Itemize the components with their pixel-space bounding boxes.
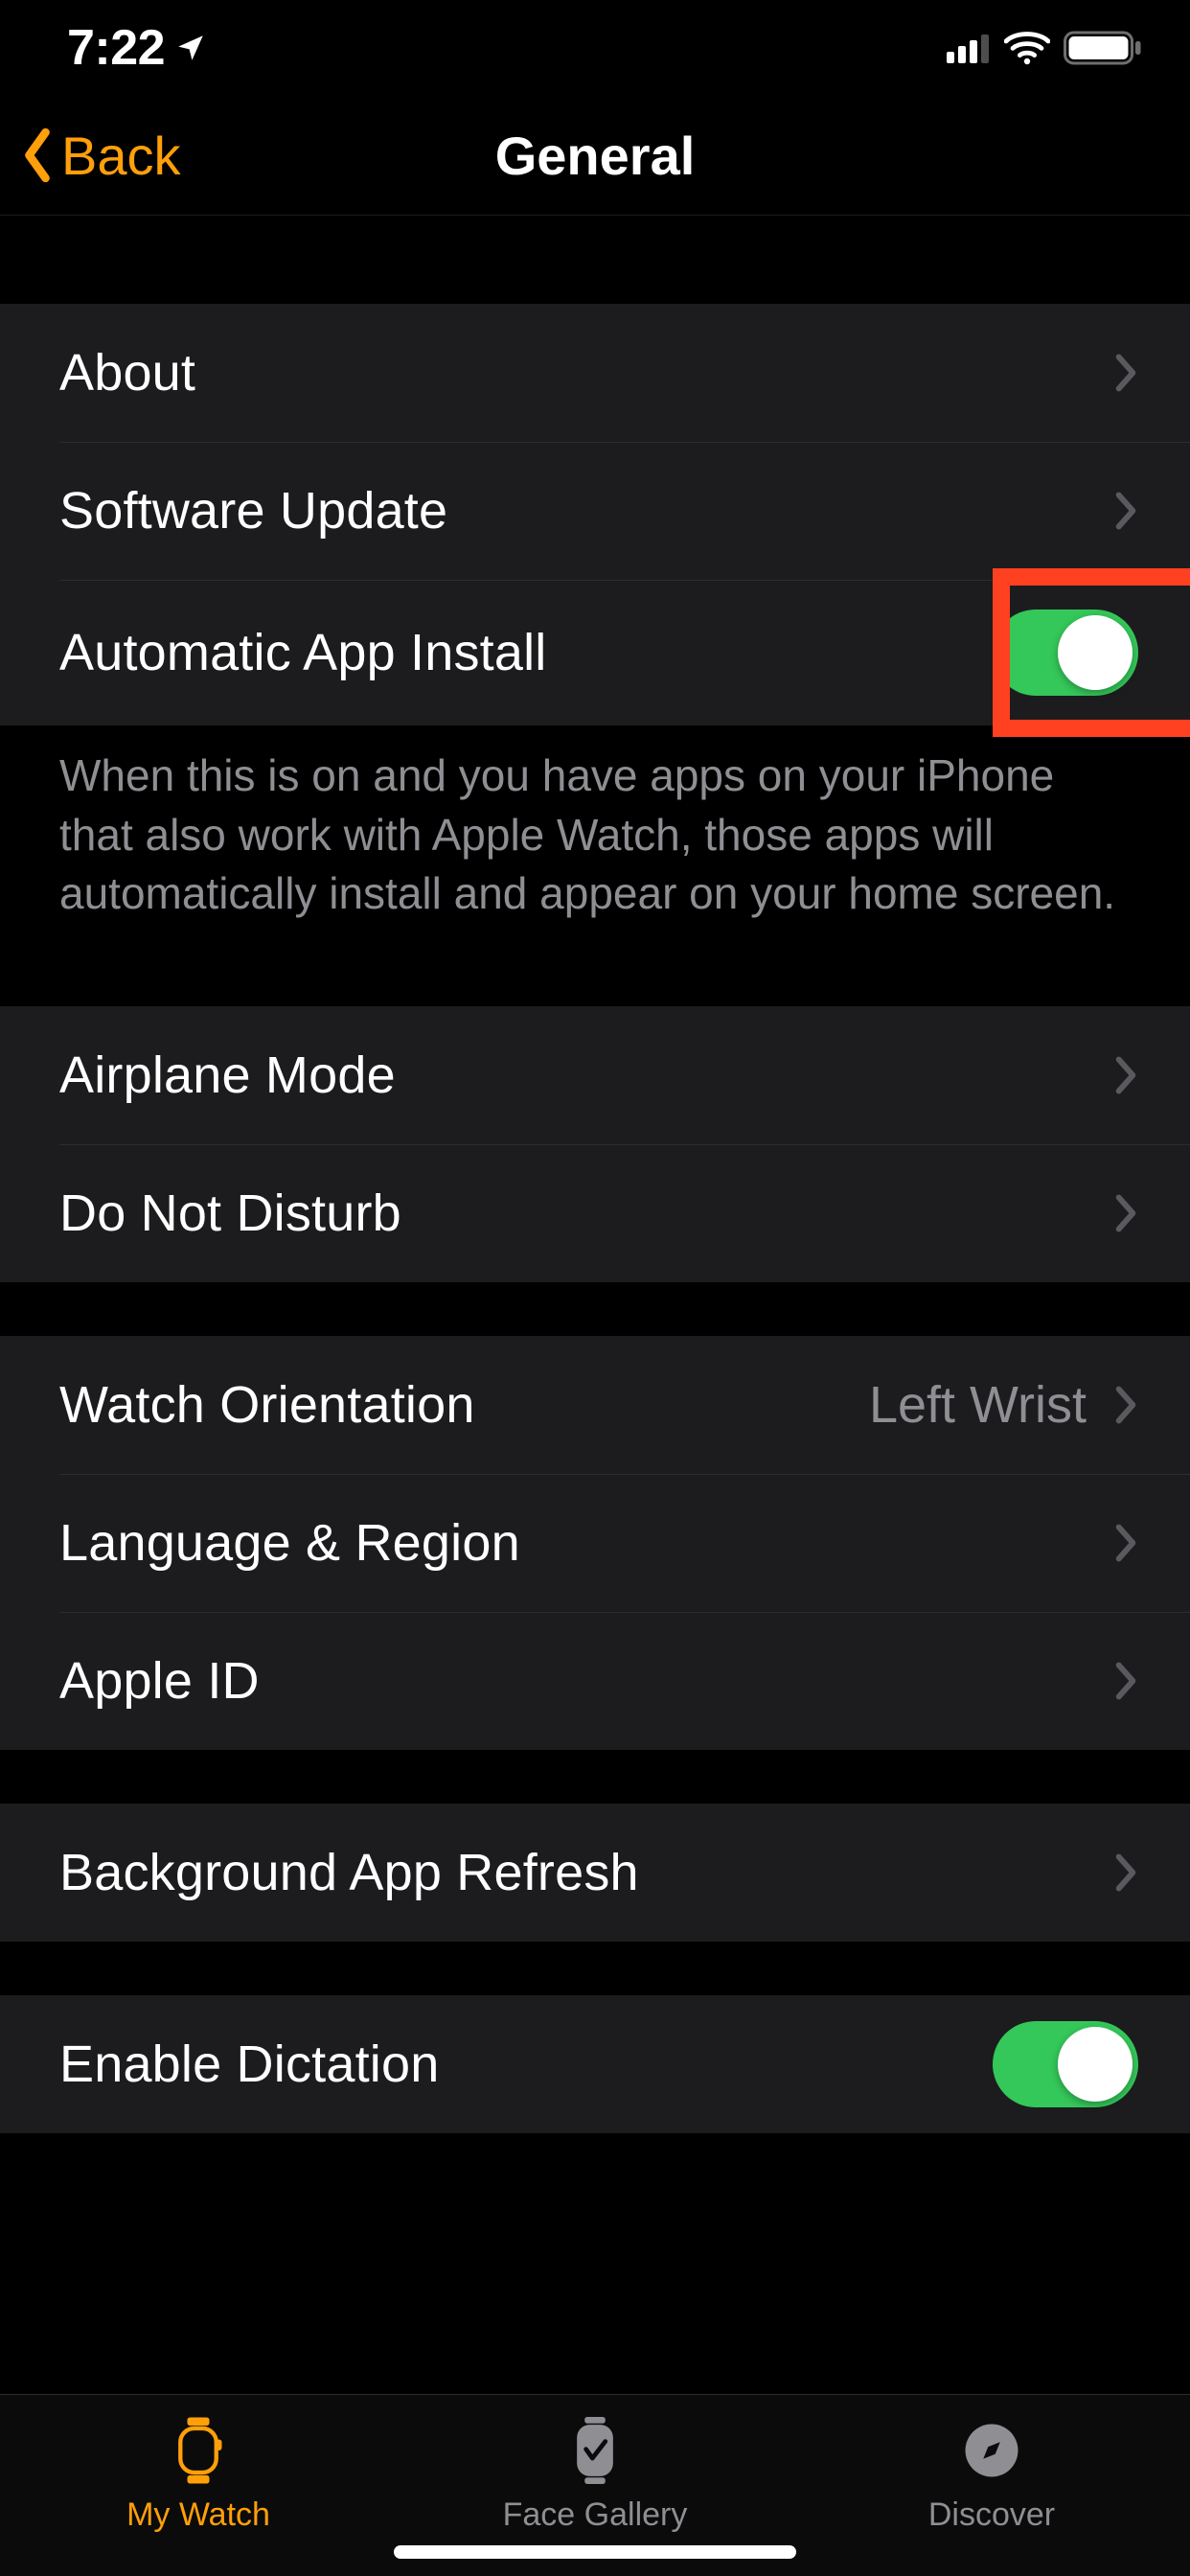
battery-icon — [1064, 30, 1142, 66]
status-right — [947, 30, 1142, 66]
row-language-region[interactable]: Language & Region — [0, 1474, 1190, 1612]
status-time: 7:22 — [67, 19, 165, 77]
tab-discover[interactable]: Discover — [793, 2395, 1190, 2576]
row-label: Watch Orientation — [59, 1375, 475, 1435]
row-software-update[interactable]: Software Update — [0, 442, 1190, 580]
page-title: General — [495, 125, 696, 187]
tab-label: My Watch — [126, 2496, 270, 2534]
spacer — [0, 216, 1190, 304]
chevron-right-icon — [1113, 1660, 1138, 1702]
back-button[interactable]: Back — [19, 125, 181, 187]
tab-label: Face Gallery — [503, 2496, 688, 2534]
wifi-icon — [1004, 31, 1050, 65]
screen: 7:22 — [0, 0, 1190, 2576]
watch-icon — [164, 2416, 233, 2485]
tab-bar: My Watch Face Gallery Discover — [0, 2394, 1190, 2576]
row-label: Airplane Mode — [59, 1046, 396, 1105]
spacer — [0, 1282, 1190, 1336]
row-detail: Left Wrist — [869, 1375, 1087, 1435]
automatic-app-install-toggle[interactable] — [993, 610, 1138, 696]
chevron-right-icon — [1113, 352, 1138, 394]
chevron-right-icon — [1113, 1384, 1138, 1426]
face-gallery-icon — [561, 2416, 629, 2485]
row-do-not-disturb[interactable]: Do Not Disturb — [0, 1144, 1190, 1282]
row-label: Automatic App Install — [59, 623, 546, 682]
section-general-4: Background App Refresh — [0, 1804, 1190, 1942]
row-label: Software Update — [59, 481, 447, 540]
chevron-right-icon — [1113, 1054, 1138, 1096]
nav-bar: Back General — [0, 96, 1190, 216]
row-label: Background App Refresh — [59, 1843, 639, 1902]
row-watch-orientation[interactable]: Watch Orientation Left Wrist — [0, 1336, 1190, 1474]
row-label: Do Not Disturb — [59, 1184, 401, 1243]
tab-label: Discover — [928, 2496, 1055, 2534]
row-background-app-refresh[interactable]: Background App Refresh — [0, 1804, 1190, 1942]
toggle-knob — [1058, 615, 1133, 690]
row-enable-dictation[interactable]: Enable Dictation — [0, 1995, 1190, 2133]
spacer — [0, 1750, 1190, 1804]
enable-dictation-toggle[interactable] — [993, 2021, 1138, 2107]
cellular-icon — [947, 33, 991, 63]
home-indicator[interactable] — [394, 2545, 796, 2559]
status-bar: 7:22 — [0, 0, 1190, 96]
tab-my-watch[interactable]: My Watch — [0, 2395, 397, 2576]
chevron-right-icon — [1113, 490, 1138, 532]
chevron-left-icon — [19, 127, 56, 183]
chevron-right-icon — [1113, 1522, 1138, 1564]
row-apple-id[interactable]: Apple ID — [0, 1612, 1190, 1750]
spacer — [0, 1942, 1190, 1995]
chevron-right-icon — [1113, 1192, 1138, 1234]
location-arrow-icon — [174, 32, 207, 64]
section-general-2: Airplane Mode Do Not Disturb — [0, 1006, 1190, 1282]
row-label: Enable Dictation — [59, 2035, 439, 2094]
status-left: 7:22 — [67, 19, 207, 77]
section-general-1: About Software Update Automatic App Inst… — [0, 304, 1190, 725]
back-label: Back — [61, 125, 181, 187]
row-automatic-app-install[interactable]: Automatic App Install — [0, 580, 1190, 725]
compass-icon — [957, 2416, 1026, 2485]
spacer — [0, 2133, 1190, 2191]
chevron-right-icon — [1113, 1852, 1138, 1894]
toggle-knob — [1058, 2027, 1133, 2102]
row-label: Apple ID — [59, 1651, 260, 1711]
row-label: Language & Region — [59, 1513, 520, 1573]
row-label: About — [59, 343, 195, 402]
row-airplane-mode[interactable]: Airplane Mode — [0, 1006, 1190, 1144]
row-about[interactable]: About — [0, 304, 1190, 442]
section-general-3: Watch Orientation Left Wrist Language & … — [0, 1336, 1190, 1750]
spacer — [0, 953, 1190, 1006]
section-general-5: Enable Dictation — [0, 1995, 1190, 2133]
section-footer: When this is on and you have apps on you… — [0, 725, 1190, 953]
